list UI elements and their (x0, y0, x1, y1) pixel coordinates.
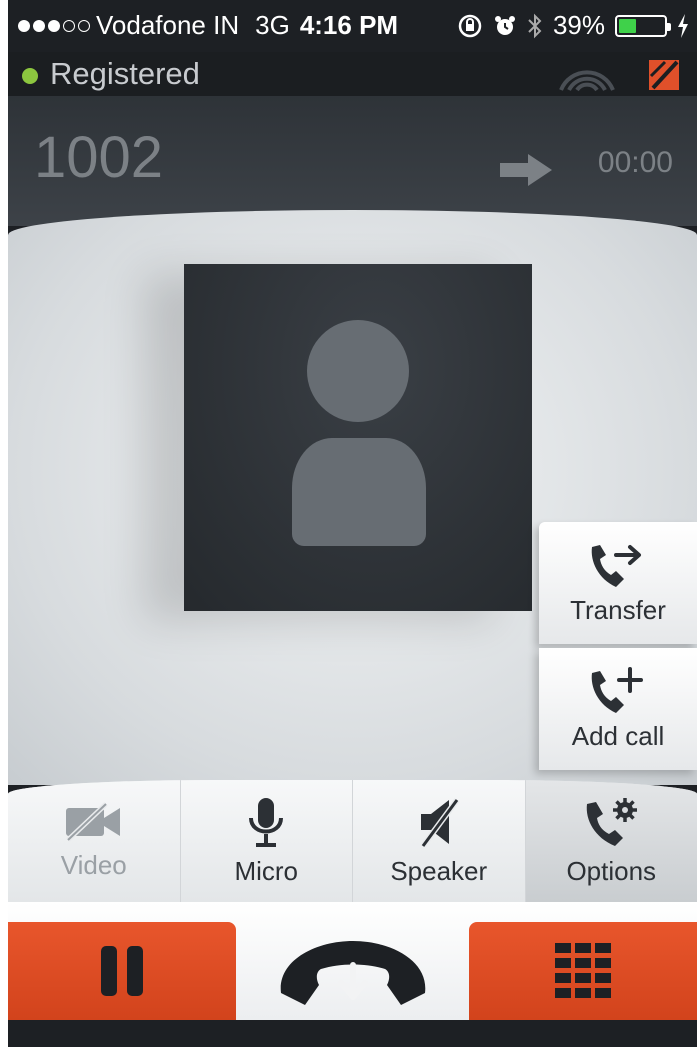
network-type: 3G (255, 10, 290, 40)
hold-button[interactable] (8, 922, 236, 1020)
pause-icon (101, 946, 143, 996)
video-button[interactable]: Video (8, 780, 181, 902)
microphone-icon (249, 797, 284, 847)
keypad-button[interactable] (469, 922, 697, 1020)
bottom-bar (8, 902, 697, 1047)
avatar-body (292, 438, 426, 546)
contact-area: Transfer Add call (8, 210, 697, 785)
speaker-label: Speaker (390, 855, 488, 886)
battery-icon (615, 14, 671, 37)
registration-bar: Registered (8, 52, 697, 96)
avatar-head (307, 320, 409, 422)
transfer-button[interactable]: Transfer (539, 522, 697, 644)
clock: 4:16 PM (299, 10, 399, 40)
call-number: 1002 (34, 125, 164, 190)
video-off-icon (65, 801, 120, 842)
add-call-label: Add call (571, 720, 665, 751)
outgoing-arrow-icon (500, 154, 552, 186)
hang-up-button[interactable] (236, 922, 469, 1020)
speaker-button[interactable]: Speaker (353, 780, 526, 902)
signal-dot (78, 19, 90, 32)
microphone-muted-icon (649, 60, 679, 90)
microphone-button[interactable]: Micro (180, 780, 353, 902)
call-toolbar: Video Micro Speaker Options (8, 780, 697, 902)
charging-icon (678, 13, 688, 38)
contact-avatar (184, 264, 532, 611)
bluetooth-icon (528, 13, 542, 38)
call-header: 1002 00:00 (8, 96, 697, 226)
phone-settings-icon (586, 797, 638, 846)
bottom-actions (8, 902, 697, 1020)
micro-label: Micro (234, 855, 299, 886)
battery-percent: 39% (552, 10, 605, 40)
carrier-name: Vodafone IN (96, 10, 240, 40)
speaker-off-icon (420, 797, 460, 848)
battery-fill (619, 18, 637, 33)
rotation-lock-icon (458, 14, 482, 37)
options-label: Options (566, 855, 657, 886)
signal-dot (33, 19, 45, 32)
signal-dot (48, 19, 60, 32)
status-right: 39% (457, 10, 689, 41)
hang-up-icon (280, 941, 425, 1005)
signal-dot (18, 19, 30, 32)
phone-transfer-icon (591, 544, 641, 587)
registration-status-dot (22, 68, 38, 84)
transfer-label: Transfer (570, 594, 666, 625)
wifi-icon (559, 70, 615, 92)
signal-dot (63, 19, 75, 32)
signal-strength-icon (18, 19, 90, 32)
keypad-icon (555, 943, 611, 998)
alarm-icon (494, 15, 515, 35)
options-button[interactable]: Options (525, 780, 697, 902)
status-bar: Vodafone IN 3G 4:16 PM 39% (8, 0, 697, 52)
phone-screen: Vodafone IN 3G 4:16 PM 39% Registered 10… (8, 0, 697, 1047)
call-duration: 00:00 (597, 146, 673, 179)
phone-add-icon (591, 666, 643, 713)
status-left: Vodafone IN 3G 4:16 PM (18, 10, 398, 41)
video-label: Video (60, 849, 127, 880)
add-call-button[interactable]: Add call (539, 648, 697, 770)
registration-status: Registered (50, 56, 200, 91)
